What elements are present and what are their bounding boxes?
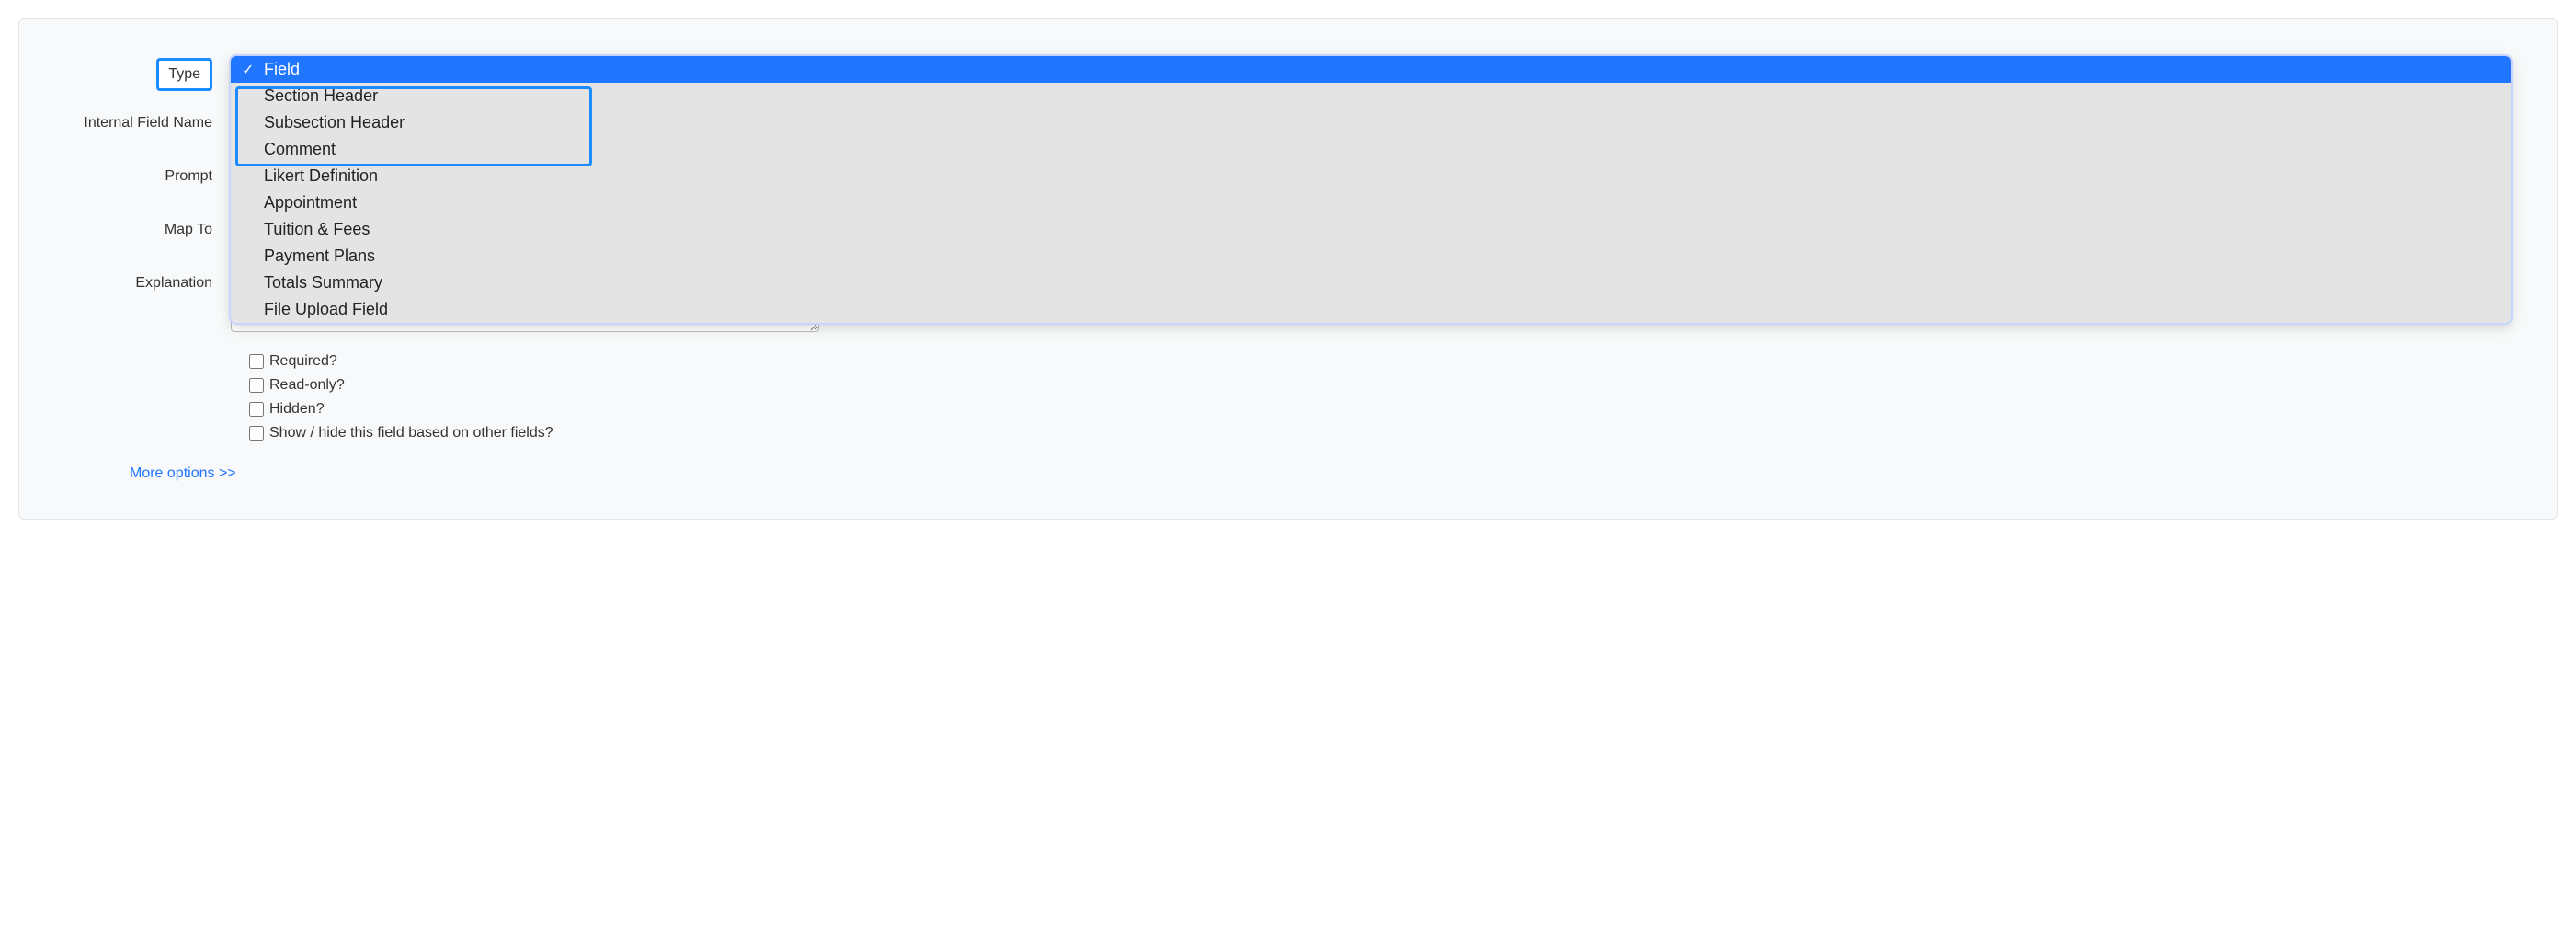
showhide-label: Show / hide this field based on other fi… (269, 425, 553, 441)
type-option-label: Field (264, 60, 300, 78)
checkbox-row-required: Required? (249, 353, 2511, 370)
type-option-label: Appointment (264, 193, 357, 212)
checkbox-row-showhide: Show / hide this field based on other fi… (249, 425, 2511, 441)
showhide-checkbox[interactable] (249, 426, 264, 441)
form-panel: Actions Type ✓ Field Section Header Su (18, 18, 2558, 520)
type-option-subsection-header[interactable]: Subsection Header (231, 109, 2511, 136)
checkbox-row-hidden: Hidden? (249, 401, 2511, 418)
prompt-label: Prompt (65, 161, 231, 185)
row-type: Type ✓ Field Section Header Subsection H… (65, 56, 2511, 91)
type-option-label: Section Header (264, 86, 378, 105)
type-option-appointment[interactable]: Appointment (231, 189, 2511, 216)
type-option-label: Subsection Header (264, 113, 405, 132)
type-option-payment-plans[interactable]: Payment Plans (231, 243, 2511, 269)
type-option-field[interactable]: ✓ Field (231, 56, 2511, 83)
hidden-label: Hidden? (269, 401, 325, 418)
type-option-label: Comment (264, 140, 336, 158)
type-option-file-upload[interactable]: File Upload Field (231, 296, 2511, 323)
type-label: Type (156, 58, 212, 91)
type-option-comment[interactable]: Comment (231, 136, 2511, 163)
hidden-checkbox[interactable] (249, 402, 264, 417)
readonly-checkbox[interactable] (249, 378, 264, 393)
type-option-label: Totals Summary (264, 273, 382, 292)
more-options-link[interactable]: More options >> (130, 465, 236, 482)
type-option-tuition[interactable]: Tuition & Fees (231, 216, 2511, 243)
map-to-label: Map To (65, 214, 231, 238)
type-option-label: Payment Plans (264, 246, 375, 265)
required-checkbox[interactable] (249, 354, 264, 369)
required-label: Required? (269, 353, 337, 370)
type-option-section-header[interactable]: Section Header (231, 83, 2511, 109)
readonly-label: Read-only? (269, 377, 345, 394)
type-option-totals[interactable]: Totals Summary (231, 269, 2511, 296)
type-option-likert[interactable]: Likert Definition (231, 163, 2511, 189)
type-option-label: Likert Definition (264, 166, 378, 185)
check-icon: ✓ (242, 61, 254, 79)
type-dropdown-list: ✓ Field Section Header Subsection Header… (231, 56, 2511, 323)
type-label-wrap: Type (65, 56, 231, 91)
checkbox-row-readonly: Read-only? (249, 377, 2511, 394)
type-option-label: File Upload Field (264, 300, 388, 318)
internal-field-name-label: Internal Field Name (65, 108, 231, 132)
explanation-label: Explanation (65, 268, 231, 292)
type-option-label: Tuition & Fees (264, 220, 370, 238)
